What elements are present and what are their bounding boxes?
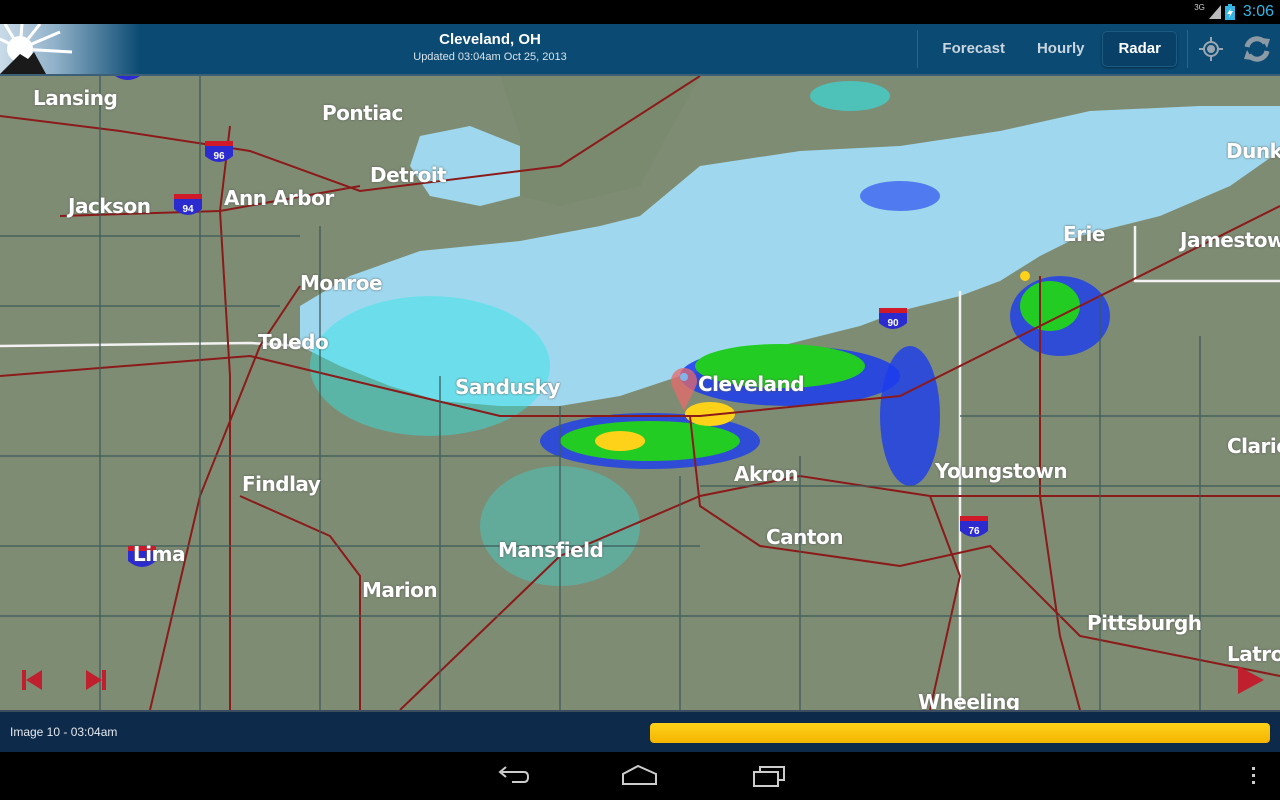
- progress-fill: [650, 723, 1270, 743]
- location-header: Cleveland, OH Updated 03:04am Oct 25, 20…: [340, 31, 640, 63]
- city-label: Dunkirk: [1226, 139, 1280, 163]
- overflow-menu-button[interactable]: [1246, 766, 1262, 791]
- step-forward-icon: [86, 670, 106, 690]
- playback-bar: Image 10 - 03:04am: [0, 710, 1280, 754]
- city-label: Pontiac: [322, 101, 403, 125]
- frame-progress-bar[interactable]: [650, 723, 1270, 743]
- refresh-button[interactable]: [1234, 24, 1280, 74]
- city-label: Jackson: [68, 194, 151, 218]
- city-label: Toledo: [258, 330, 329, 354]
- status-icons: 3G 3:06: [1194, 2, 1274, 22]
- city-label: Marion: [362, 578, 438, 602]
- interstate-94-shield: 94: [174, 194, 202, 215]
- updated-timestamp: Updated 03:04am Oct 25, 2013: [413, 51, 567, 63]
- city-label: Monroe: [300, 271, 383, 295]
- action-bar: Cleveland, OH Updated 03:04am Oct 25, 20…: [0, 24, 1280, 76]
- city-label: Youngstown: [935, 459, 1068, 483]
- svg-text:90: 90: [887, 318, 899, 329]
- location-title: Cleveland, OH: [439, 31, 541, 48]
- back-icon: [498, 766, 530, 783]
- overflow-menu-icon: [1252, 767, 1255, 784]
- city-label: Wheeling: [918, 690, 1020, 710]
- svg-text:94: 94: [182, 204, 194, 215]
- app-logo[interactable]: [0, 24, 140, 74]
- clock: 3:06: [1242, 3, 1274, 20]
- city-label: Latrobe: [1227, 642, 1280, 666]
- city-label: Mansfield: [498, 538, 604, 562]
- play-icon: [1238, 666, 1264, 694]
- tab-hourly[interactable]: Hourly: [1021, 31, 1101, 67]
- home-button[interactable]: [620, 762, 660, 795]
- home-icon: [622, 764, 657, 785]
- radar-map[interactable]: 96 94 90 76 Lansing Pontiac Detroit Jack…: [0, 76, 1280, 710]
- city-label: Jamestown: [1180, 228, 1280, 252]
- city-label: Lima: [133, 542, 185, 566]
- sun-mountain-icon: [0, 24, 73, 74]
- status-bar: 3G 3:06: [0, 0, 1280, 24]
- city-label: Ann Arbor: [224, 186, 334, 210]
- recents-button[interactable]: [750, 762, 790, 795]
- city-label: Findlay: [242, 472, 321, 496]
- interstate-76-shield: 76: [960, 516, 988, 537]
- tab-forecast[interactable]: Forecast: [926, 31, 1021, 67]
- back-button[interactable]: [494, 762, 530, 795]
- rewind-icon: [22, 670, 42, 690]
- system-nav-bar: [0, 752, 1280, 800]
- city-label: Canton: [766, 525, 843, 549]
- refresh-icon: [1244, 36, 1270, 62]
- tab-radar[interactable]: Radar: [1102, 31, 1177, 67]
- location-pin: [671, 368, 697, 411]
- locate-button[interactable]: [1188, 24, 1234, 74]
- recents-icon: [753, 766, 785, 787]
- battery-icon: [1224, 4, 1235, 20]
- city-label: Clarion: [1227, 434, 1280, 458]
- svg-text:96: 96: [213, 151, 225, 162]
- nav-tabs: Forecast Hourly Radar: [917, 24, 1280, 74]
- locate-icon: [1199, 37, 1223, 61]
- svg-text:76: 76: [968, 526, 980, 537]
- network-type: 3G: [1194, 2, 1205, 12]
- divider: [917, 30, 919, 68]
- interstate-90-shield: 90: [879, 308, 907, 329]
- city-label: Sandusky: [455, 375, 560, 399]
- city-label: Pittsburgh: [1087, 611, 1202, 635]
- city-label: Cleveland: [698, 372, 805, 396]
- interstate-shield-partial: [115, 76, 140, 80]
- city-label: Lansing: [33, 86, 118, 110]
- city-label: Erie: [1063, 222, 1105, 246]
- city-label: Akron: [734, 462, 799, 486]
- signal-icon: [1208, 5, 1221, 19]
- interstate-96-shield: 96: [205, 141, 233, 162]
- frame-label: Image 10 - 03:04am: [10, 725, 118, 739]
- city-label: Detroit: [370, 163, 447, 187]
